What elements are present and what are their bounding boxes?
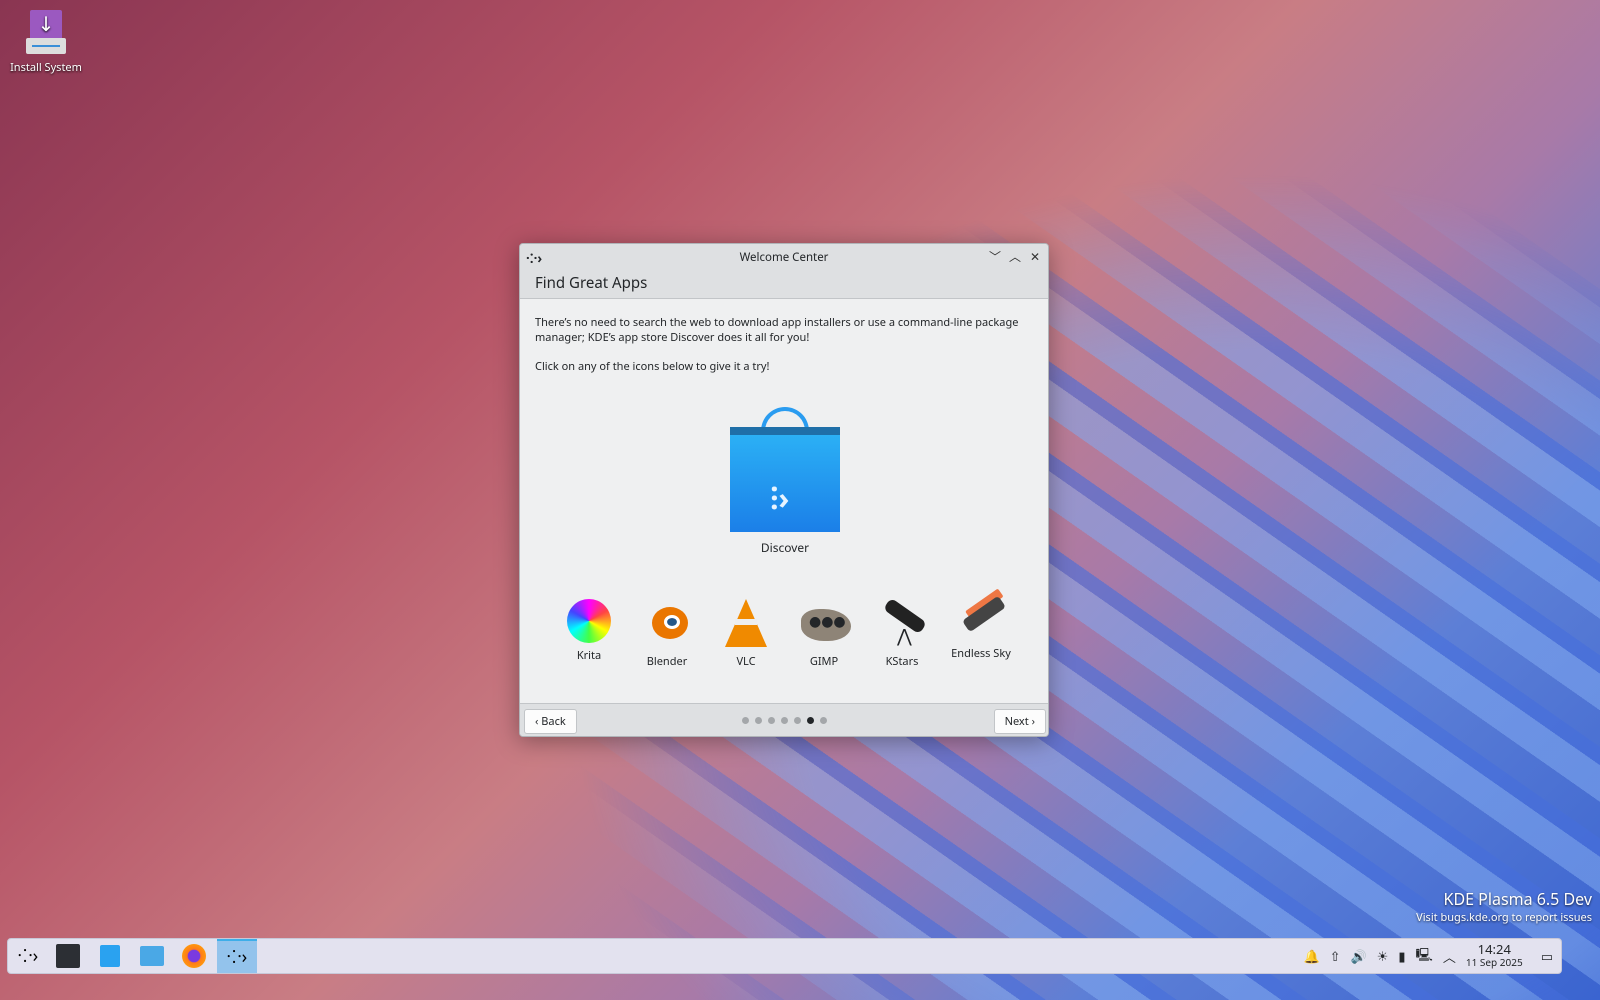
kstars-icon: ⋀ [877,597,928,649]
system-settings-icon[interactable] [48,939,88,973]
app-label: GIMP [809,654,839,669]
discover-label: Discover [760,539,810,556]
chevron-up-icon[interactable]: ︿ [1443,947,1456,966]
next-button[interactable]: Next › [993,709,1046,734]
taskbar: ⁘› ⁘› 🔔 ⇧ 🔊 ☀ ▮ 🖳 ︿ 14:24 11 Sep 2025 ▭ [7,938,1562,974]
install-icon: ↓ [26,10,66,56]
page-dot[interactable] [755,717,762,724]
dolphin-icon[interactable] [132,939,172,973]
blender-icon [642,599,692,649]
app-gimp[interactable]: ●●● GIMP [789,599,859,669]
welcome-center-window: ⁘› Welcome Center ﹀ ︿ ✕ Find Great Apps … [519,243,1049,737]
system-tray: 🔔 ⇧ 🔊 ☀ ▮ 🖳 ︿ 14:24 11 Sep 2025 ▭ [1303,939,1553,973]
desktop-icon-label: Install System [10,60,82,75]
welcome-center-icon: ⁘› [526,249,543,267]
chevron-right-icon: › [1028,714,1035,729]
app-label: Endless Sky [951,646,1011,661]
show-desktop-icon[interactable]: ▭ [1541,947,1553,965]
page-dot[interactable] [820,717,827,724]
brightness-icon[interactable]: ☀ [1377,947,1389,965]
discover-launch-button[interactable]: ⁝› Discover [728,407,842,555]
app-endless-sky[interactable]: Endless Sky [946,591,1016,661]
app-label: KStars [885,654,919,669]
firefox-icon[interactable] [174,939,214,973]
watermark-title: KDE Plasma 6.5 Dev [1443,888,1592,910]
gimp-icon: ●●● [799,599,851,649]
description: There’s no need to search the web to dow… [535,315,1019,345]
app-kstars[interactable]: ⋀ KStars [867,597,937,669]
desktop-icon-install-system[interactable]: ↓ Install System [8,10,84,75]
page-title: Find Great Apps [520,271,1048,299]
application-launcher-icon[interactable]: ⁘› [8,939,48,973]
notifications-icon[interactable]: 🔔 [1303,947,1319,965]
maximize-button[interactable]: ︿ [1008,248,1022,266]
page-dot[interactable] [768,717,775,724]
app-vlc[interactable]: VLC [711,599,781,669]
back-button[interactable]: ‹ Back [524,709,577,734]
back-label: Back [541,714,566,729]
instruction: Click on any of the icons below to give … [535,359,770,374]
next-label: Next [1004,714,1029,729]
app-label: Krita [576,648,602,663]
app-blender[interactable]: Blender [632,599,702,669]
welcome-center-taskbar-icon[interactable]: ⁘› [217,939,257,973]
app-label: Blender [646,654,688,669]
window-title: Welcome Center [739,250,829,265]
usb-device-icon[interactable]: ▮ [1398,947,1405,965]
page-dot[interactable] [781,717,788,724]
app-label: VLC [736,654,756,669]
endless-sky-icon [956,591,1007,641]
close-button[interactable]: ✕ [1028,248,1042,266]
titlebar[interactable]: ⁘› Welcome Center ﹀ ︿ ✕ [520,244,1048,271]
minimize-button[interactable]: ﹀ [988,248,1002,266]
page-indicator [742,717,827,724]
clock-date: 11 Sep 2025 [1465,955,1523,969]
discover-taskbar-icon[interactable] [90,939,130,973]
digital-clock[interactable]: 14:24 11 Sep 2025 [1466,943,1523,969]
watermark-subtitle: Visit bugs.kde.org to report issues [1416,910,1592,925]
discover-icon: ⁝› [730,407,840,532]
page-dot-current[interactable] [807,717,814,724]
volume-icon[interactable]: 🔊 [1351,947,1367,965]
plasma-watermark: KDE Plasma 6.5 Dev Visit bugs.kde.org to… [1416,888,1592,925]
app-krita[interactable]: Krita [554,599,624,663]
network-icon[interactable]: 🖳 [1416,945,1433,968]
page-dot[interactable] [794,717,801,724]
vlc-icon [721,599,771,649]
krita-icon [567,599,611,643]
updates-icon[interactable]: ⇧ [1330,947,1341,965]
page-dot[interactable] [742,717,749,724]
